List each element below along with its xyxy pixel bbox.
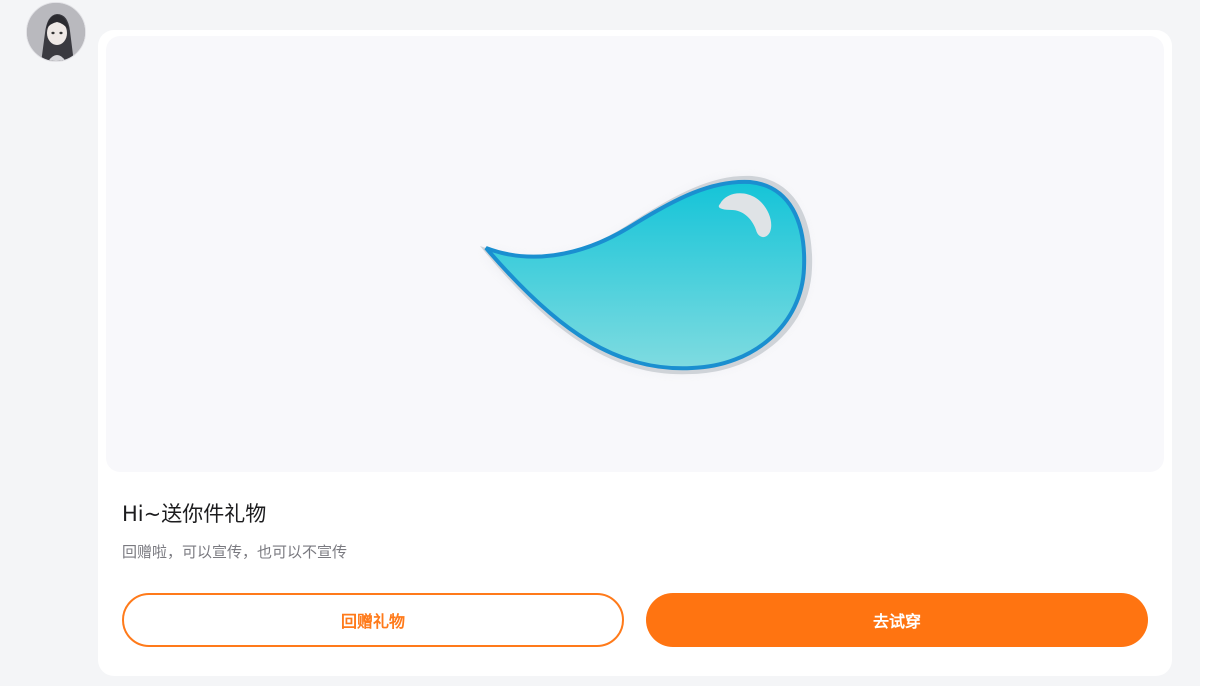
water-drop-icon xyxy=(480,175,813,375)
gift-title: Hi~送你件礼物 xyxy=(122,502,267,526)
gift-preview xyxy=(106,36,1164,472)
gift-message-page: Hi~送你件礼物 回赠啦，可以宣传，也可以不宣传 回赠礼物 去试穿 xyxy=(0,0,1228,686)
return-gift-button[interactable]: 回赠礼物 xyxy=(122,593,624,647)
try-on-button[interactable]: 去试穿 xyxy=(646,593,1148,647)
sender-avatar[interactable] xyxy=(26,2,86,62)
scroll-gutter xyxy=(1200,0,1228,686)
avatar-icon xyxy=(27,3,85,61)
gift-card: Hi~送你件礼物 回赠啦，可以宣传，也可以不宣传 回赠礼物 去试穿 xyxy=(98,30,1172,676)
gift-subtitle: 回赠啦，可以宣传，也可以不宣传 xyxy=(122,543,348,561)
